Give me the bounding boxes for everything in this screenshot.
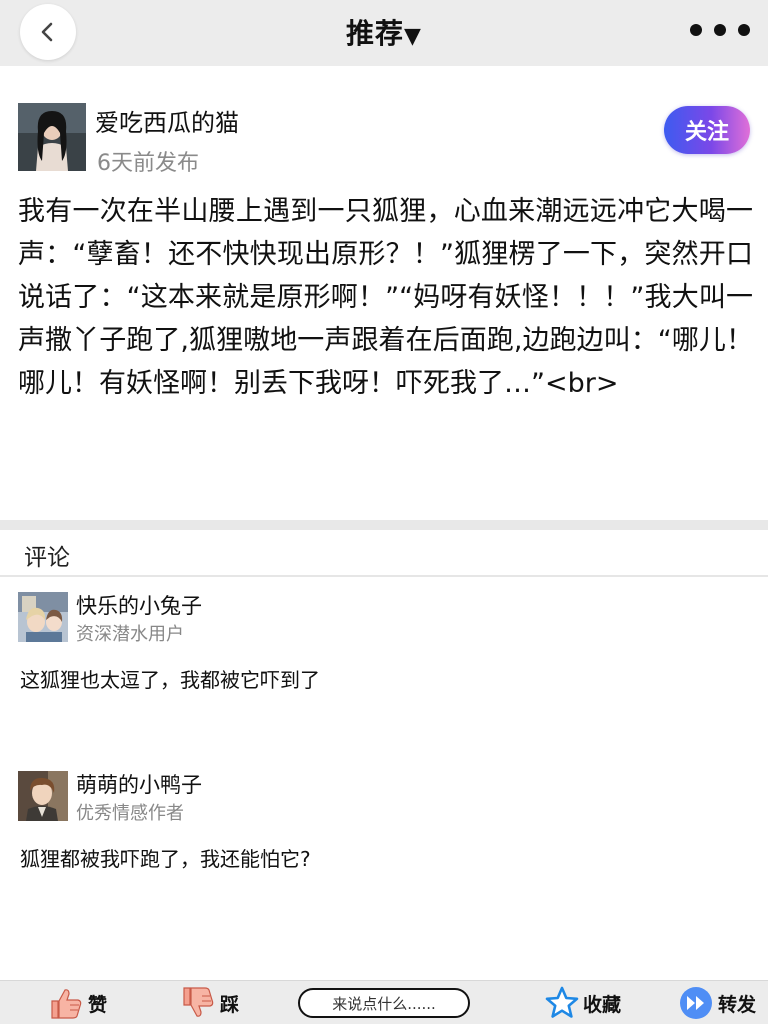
commenter-name[interactable]: 萌萌的小鸭子	[76, 769, 202, 799]
commenter-avatar[interactable]	[18, 771, 68, 821]
comment-text: 这狐狸也太逗了，我都被它吓到了	[20, 668, 320, 692]
comment-input[interactable]: 来说点什么......	[298, 988, 470, 1018]
post-time: 6天前发布	[97, 151, 199, 176]
follow-button[interactable]: 关注	[664, 106, 750, 154]
author-avatar[interactable]	[18, 103, 86, 171]
dislike-label: 踩	[220, 993, 240, 1016]
feed-selector[interactable]: 推荐▼	[0, 12, 768, 52]
bottom-action-bar: 赞 踩 来说点什么...... 收藏 转发	[0, 980, 768, 1024]
thumbs-up-icon	[51, 989, 82, 1019]
more-dots-icon[interactable]	[690, 24, 750, 36]
favorite-button[interactable]: 收藏	[545, 985, 621, 1021]
post-author: 爱吃西瓜的猫 6天前发布 关注	[18, 103, 750, 176]
divider	[0, 575, 768, 577]
dropdown-arrow-icon: ▼	[404, 24, 422, 49]
section-divider	[0, 520, 768, 530]
favorite-label: 收藏	[583, 993, 622, 1016]
dislike-button[interactable]: 踩	[180, 985, 239, 1021]
commenter-role: 资深潜水用户	[76, 624, 184, 645]
page-title: 推荐	[346, 17, 405, 50]
post-content: 我有一次在半山腰上遇到一只狐狸，心血来潮远远冲它大喝一声：“孽畜！还不快快现出原…	[18, 196, 753, 399]
star-icon	[545, 986, 579, 1018]
comments-header: 评论	[24, 545, 70, 571]
share-button[interactable]: 转发	[678, 985, 756, 1021]
thumbs-down-icon	[183, 987, 214, 1017]
comment-text: 狐狸都被我吓跑了，我还能怕它?	[20, 847, 311, 871]
commenter-name[interactable]: 快乐的小兔子	[76, 590, 202, 620]
commenter-role: 优秀情感作者	[76, 803, 184, 824]
like-label: 赞	[88, 993, 108, 1016]
like-button[interactable]: 赞	[48, 985, 107, 1021]
top-nav-bar: 推荐▼	[0, 0, 768, 66]
fast-forward-icon	[680, 987, 712, 1019]
commenter-avatar[interactable]	[18, 592, 68, 642]
author-name[interactable]: 爱吃西瓜的猫	[95, 103, 239, 138]
share-label: 转发	[718, 993, 757, 1016]
